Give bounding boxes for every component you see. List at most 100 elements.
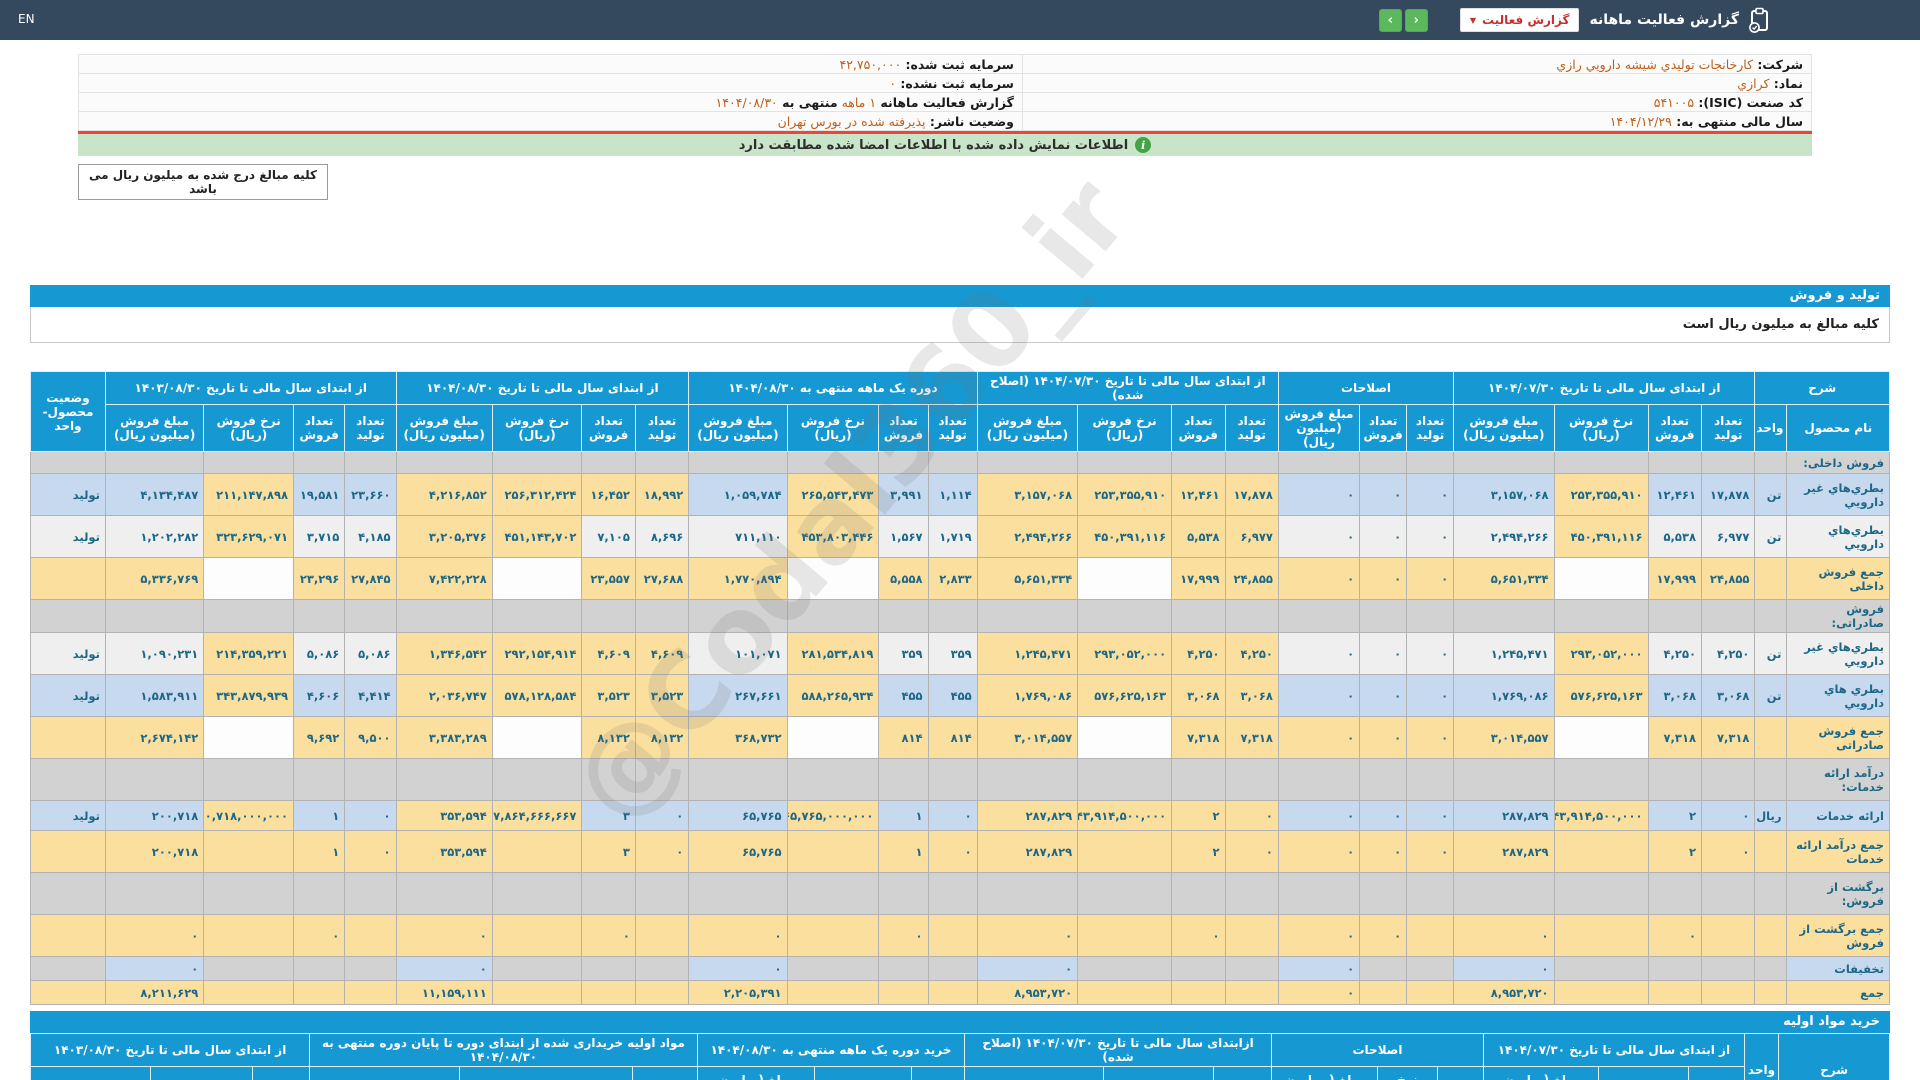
data-cell [30,599,106,633]
info-label: کد صنعت (ISIC): [1694,94,1803,110]
column-group-header: اصلاحات [1270,1033,1485,1067]
data-cell [1647,758,1702,801]
data-cell [1406,872,1455,915]
data-cell [786,599,880,633]
data-cell: ۳,۷۱۵ [293,515,346,558]
data-cell [1453,872,1555,915]
notice-text: اطلاعات نمایش داده شده با اطلاعات امضا ش… [738,137,1129,153]
data-cell [634,956,690,981]
column-header: مبلغ ( میلیون ریال) [1270,1066,1379,1080]
info-cell-left: سرمایه ثبت شده: ۴۲,۷۵۰,۰۰۰ [78,54,1023,74]
data-cell: ۴,۴۱۴ [344,674,397,717]
row-label-cell: جمع [1786,980,1890,1005]
column-group-header: واحد [1743,1033,1780,1080]
column-header: مبلغ فروش (میلیون ریال) [688,404,788,452]
data-cell: ۱ [878,830,929,873]
data-cell [1453,451,1555,474]
data-cell: ۳ [581,800,636,831]
data-cell [1754,557,1788,600]
data-cell [344,956,397,981]
data-cell [786,956,880,981]
prev-period-button[interactable]: ‹ [1378,8,1402,32]
data-cell: ۰ [1453,956,1555,981]
column-header: مقدار [1688,1066,1745,1080]
data-cell: ۱ [293,830,346,873]
data-cell: ۱۰۱,۰۷۱ [688,632,788,675]
data-cell: ۰ [1277,980,1361,1005]
data-cell: ۰ [1359,557,1408,600]
data-cell: ۲۵۳,۳۵۵,۹۱۰ [1553,473,1649,516]
column-header: نرخ فروش (ریال) [491,404,583,452]
info-row: سال مالی منتهی به: ۱۴۰۴/۱۲/۲۹ وضعیت ناشر… [78,111,1813,131]
column-header: تعداد فروش [581,404,636,452]
data-cell [203,914,295,957]
info-label: نماد: [1769,75,1803,91]
data-cell: ۴۵۳,۸۰۳,۴۴۶ [786,515,880,558]
data-cell: ۰ [104,956,205,981]
data-cell: ۰ [1406,632,1455,675]
data-cell: ۰ [1359,674,1408,717]
data-cell [491,872,583,915]
data-cell [1553,758,1649,801]
data-cell [1754,758,1788,801]
column-header: نرخ (ریال) [1598,1066,1690,1080]
data-cell: ۱۴۳,۹۱۴,۵۰۰,۰۰۰ [1077,800,1173,831]
data-cell [976,599,1079,633]
data-cell [1647,956,1702,981]
next-period-button[interactable]: › [1404,8,1428,32]
data-cell: ۰ [878,914,929,957]
report-title-cluster: گزارش فعالیت ماهانه گزارش فعالیت ▼ ‹ › [1378,0,1920,40]
column-group-header: شرح [1778,1033,1890,1080]
data-cell: ۰ [1359,716,1408,759]
data-cell [1553,599,1649,633]
data-cell: ۱,۰۵۹,۷۸۴ [688,473,788,516]
data-cell [786,872,880,915]
data-cell: ۰ [1359,515,1408,558]
data-cell: ۸,۲۱۱,۶۲۹ [104,980,205,1005]
data-cell: ۳,۳۸۳,۲۸۹ [395,716,493,759]
column-header: مبلغ فروش (میلیون ریال) [1277,404,1361,452]
data-cell [1754,956,1788,981]
data-cell: ۳,۰۱۴,۵۵۷ [1453,716,1555,759]
data-cell: ۱۲,۴۶۱ [1647,473,1702,516]
data-cell [1224,872,1279,915]
data-cell [1077,914,1173,957]
language-toggle[interactable]: EN [18,12,35,26]
info-value: کرازي [1737,75,1770,91]
data-cell: ۲۱۱,۱۴۷,۸۹۸ [203,473,295,516]
data-cell: ۲ [1171,800,1226,831]
data-cell: ۰ [1406,800,1455,831]
million-note-button[interactable]: کلیه مبالغ درج شده به میلیون ریال می باش… [78,164,328,200]
data-cell: ۵,۵۳۸ [1647,515,1702,558]
data-cell: ۳,۵۲۳ [581,674,636,717]
data-cell: ۰ [1406,830,1455,873]
column-header: نرخ فروش (ریال) [203,404,295,452]
data-cell [1277,599,1361,633]
column-header: نرخ فروش (ریال) [1553,404,1649,452]
data-cell: ۸,۹۵۳,۷۲۰ [976,980,1079,1005]
column-group-header: ازابتدای سال مالی تا تاریخ ۱۴۰۴/۰۷/۳۰ (ا… [964,1033,1272,1067]
data-cell [927,872,978,915]
data-cell [786,716,880,759]
data-cell: ۰ [976,956,1079,981]
report-type-dropdown[interactable]: گزارش فعالیت ▼ [1459,8,1580,32]
data-cell [344,914,397,957]
data-cell: ۱۶,۴۵۲ [581,473,636,516]
data-cell [293,599,346,633]
row-label-cell: جمع درآمد ارائه خدمات [1786,830,1890,873]
data-cell [878,599,929,633]
data-cell: ۳۵۹ [927,632,978,675]
raw-materials-table: شرح واحد از ابتدای سال مالی تا تاریخ ۱۴۰۴/… [29,1033,1890,1080]
data-cell: ۳۵۳,۵۹۴ [395,800,493,831]
data-cell [1700,980,1756,1005]
data-cell: ۰ [1277,674,1361,717]
data-cell [1754,914,1788,957]
data-cell [1553,980,1649,1005]
data-cell [1171,451,1226,474]
info-value: ۵۴۱۰۰۵ [1653,94,1695,110]
data-cell: ۲۴,۸۵۵ [1700,557,1756,600]
data-cell: ۲,۶۷۴,۱۴۲ [104,716,205,759]
data-cell: ۴۵۵ [927,674,978,717]
data-cell: ۰ [1406,557,1455,600]
column-group-header: از ابتدای سال مالی تا تاریخ ۱۴۰۴/۰۷/۳۰ [1453,371,1756,405]
